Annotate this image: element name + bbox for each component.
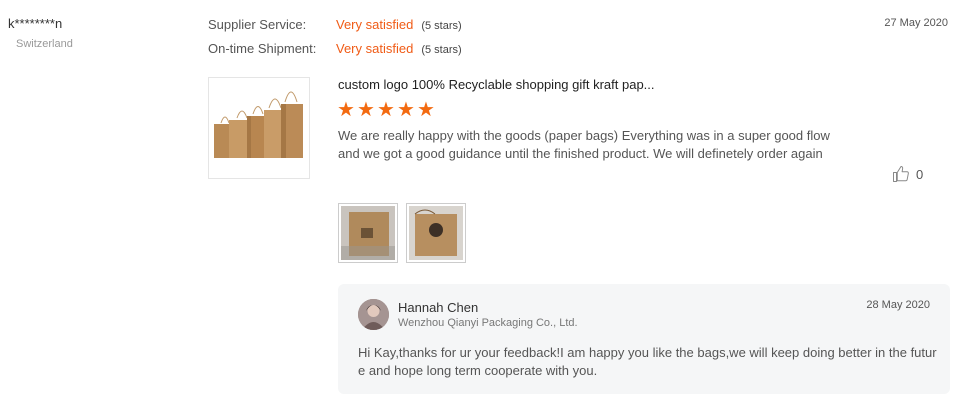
star-icon: ★ [337, 99, 355, 121]
reply-date: 28 May 2020 [866, 299, 930, 311]
rating-value: Very satisfied [336, 41, 414, 56]
star-icon: ★ [357, 99, 375, 121]
reply-text: Hi Kay,thanks for ur your feedback!I am … [358, 345, 937, 378]
like-button[interactable]: 0 [892, 165, 923, 183]
avatar [358, 299, 389, 330]
thumbs-up-icon [893, 166, 909, 182]
rating-stars-text: (5 stars) [421, 44, 462, 56]
product-title[interactable]: custom logo 100% Recyclable shopping gif… [338, 77, 655, 92]
reply-author-name: Hannah Chen [398, 300, 479, 315]
rating-label: Supplier Service: [208, 17, 307, 32]
star-icon: ★ [417, 99, 435, 121]
review-photo-image [341, 206, 395, 260]
review-photo-image [409, 206, 463, 260]
review-date: 27 May 2020 [884, 17, 948, 29]
reviewer-name: k********n [8, 16, 63, 31]
product-thumbnail[interactable] [208, 77, 310, 179]
review-photo[interactable] [338, 203, 398, 263]
reply-company: Wenzhou Qianyi Packaging Co., Ltd. [398, 317, 578, 329]
on-time-shipment-rating: On-time Shipment: Very satisfied (5 stars) [208, 41, 462, 56]
avatar-image [358, 299, 389, 330]
rating-stars-text: (5 stars) [421, 20, 462, 32]
star-icon: ★ [377, 99, 395, 121]
review-text: We are really happy with the goods (pape… [338, 128, 830, 161]
like-count: 0 [916, 166, 924, 182]
supplier-service-rating: Supplier Service: Very satisfied (5 stars) [208, 17, 462, 32]
review-star-rating: ★ ★ ★ ★ ★ [336, 100, 436, 120]
rating-value: Very satisfied [336, 17, 414, 32]
review-photo[interactable] [406, 203, 466, 263]
kraft-bags-image [209, 78, 309, 178]
star-icon: ★ [397, 99, 415, 121]
reviewer-country: Switzerland [16, 38, 73, 50]
supplier-reply: Hannah Chen Wenzhou Qianyi Packaging Co.… [338, 284, 950, 394]
rating-label: On-time Shipment: [208, 41, 317, 56]
